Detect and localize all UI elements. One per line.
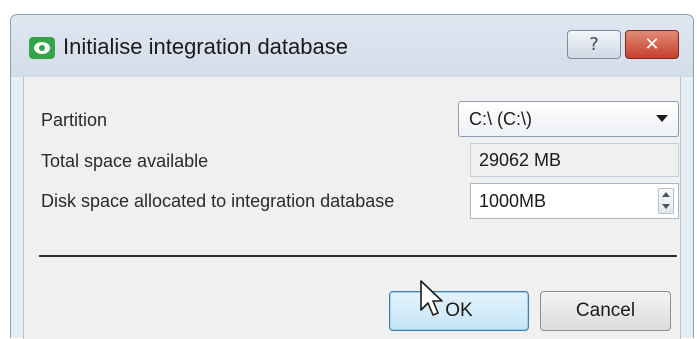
disk-space-label: Disk space allocated to integration data… [41,191,395,211]
dialog-content: Partition C:\ (C:\) Total space availabl… [23,77,681,339]
ok-button[interactable]: OK [389,291,529,331]
eye-icon [29,37,55,59]
disk-space-stepper[interactable] [658,188,674,214]
close-button[interactable]: ✕ [625,30,679,59]
chevron-down-icon [656,115,668,122]
mouse-pointer-icon [420,280,443,316]
partition-selected-value: C:\ (C:\) [469,109,532,129]
stepper-down-icon[interactable] [662,204,670,209]
total-space-field: 29062 MB [470,143,679,177]
stepper-up-icon[interactable] [662,192,670,197]
partition-label: Partition [41,110,108,130]
divider [39,255,677,257]
total-space-value: 29062 MB [479,150,562,170]
help-button[interactable]: ? [567,30,621,59]
disk-space-value: 1000MB [479,191,547,211]
partition-dropdown[interactable]: C:\ (C:\) [458,101,679,137]
cancel-button[interactable]: Cancel [540,291,671,331]
total-space-label: Total space available [41,151,209,171]
title-bar: Initialise integration database ? ✕ [11,15,693,77]
disk-space-input[interactable]: 1000MB [470,183,679,219]
window-title: Initialise integration database [63,34,348,59]
dialog-window: Initialise integration database ? ✕ Part… [10,14,694,339]
